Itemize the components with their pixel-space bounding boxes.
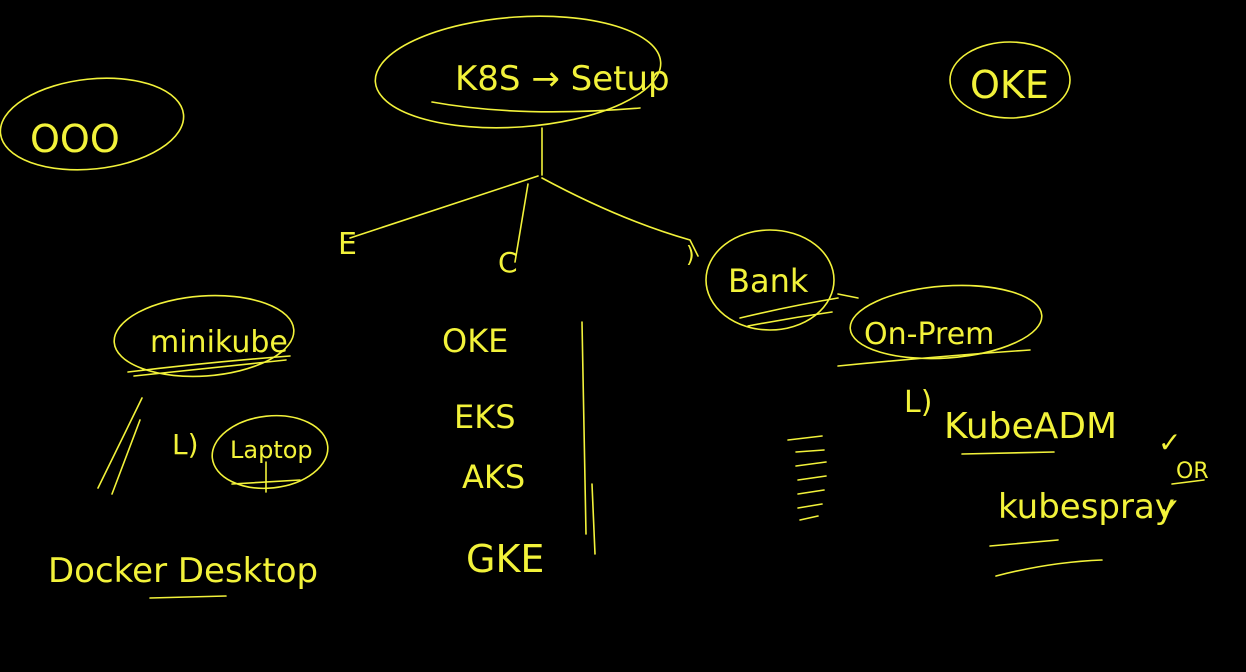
bank-label: Bank xyxy=(728,262,809,300)
branch-right-line xyxy=(541,177,699,257)
laptop-arrow-label: L) xyxy=(172,428,199,461)
top-right-label: OKE xyxy=(970,63,1049,107)
kubespray-check: ✓ xyxy=(1158,492,1181,525)
bank-underline xyxy=(739,297,839,327)
cloud-bracket-line xyxy=(581,321,587,535)
docker-desktop-underline xyxy=(149,595,227,599)
kubeadm-arrow-label: L) xyxy=(904,385,932,420)
bank-connector xyxy=(837,293,859,299)
branch-middle-mark: C xyxy=(498,246,518,279)
minikube-label: minikube xyxy=(150,325,288,360)
kubeadm-underline xyxy=(961,451,1055,455)
branch-left-mark: E xyxy=(338,227,357,262)
branch-right-mark: ) xyxy=(686,243,695,268)
laptop-label: Laptop xyxy=(230,436,313,464)
branch-left-line xyxy=(349,175,539,239)
cloud-service-gke: GKE xyxy=(466,537,544,581)
root-node-underline xyxy=(431,101,641,113)
cloud-service-eks: EKS xyxy=(454,398,516,436)
docker-desktop-label: Docker Desktop xyxy=(48,551,318,591)
cloud-service-oke: OKE xyxy=(442,322,508,360)
root-node-label: K8S → Setup xyxy=(455,59,670,99)
cloud-bracket-line-lower xyxy=(591,483,596,555)
top-left-label: OOO xyxy=(30,117,120,161)
laptop-cross-lines xyxy=(231,461,301,493)
kubespray-label: kubespray xyxy=(998,487,1175,527)
onprem-label: On-Prem xyxy=(864,317,994,352)
whiteboard-canvas: K8S → Setup OOO OKE E C ) minikube L) La… xyxy=(0,15,1209,599)
kubeadm-check: ✓ xyxy=(1158,426,1181,459)
kubeadm-label: KubeADM xyxy=(944,406,1117,447)
kubespray-underline xyxy=(989,539,1103,577)
onprem-underline xyxy=(837,349,1031,367)
cloud-service-aks: AKS xyxy=(462,458,525,496)
scribble-marks xyxy=(787,435,827,521)
